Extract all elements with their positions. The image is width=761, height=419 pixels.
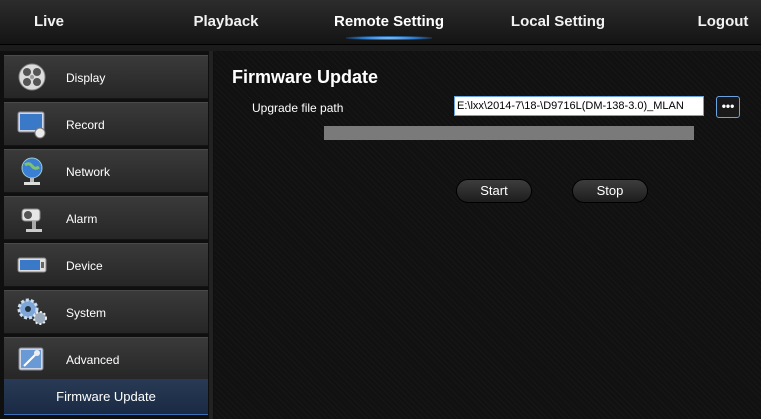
nav-playback[interactable]: Playback bbox=[186, 0, 266, 44]
main-panel: Firmware Update Upgrade file path ••• St… bbox=[214, 51, 761, 419]
browse-button[interactable]: ••• bbox=[716, 96, 740, 118]
sidebar-item-label: Device bbox=[66, 259, 103, 273]
nav-remote-setting[interactable]: Remote Setting bbox=[326, 0, 452, 44]
sidebar-item-advanced[interactable]: Advanced bbox=[4, 337, 208, 381]
system-icon bbox=[16, 297, 48, 327]
stop-button[interactable]: Stop bbox=[572, 179, 648, 203]
device-icon bbox=[16, 250, 48, 280]
sidebar-item-device[interactable]: Device bbox=[4, 243, 208, 287]
sidebar: Display Record Network Alarm Device Syst… bbox=[4, 51, 208, 419]
nav-local-setting[interactable]: Local Setting bbox=[498, 0, 618, 44]
nav-remote-setting-label: Remote Setting bbox=[333, 13, 444, 30]
active-tab-indicator bbox=[346, 36, 432, 40]
upgrade-file-path-input[interactable] bbox=[454, 96, 704, 116]
sidebar-item-alarm[interactable]: Alarm bbox=[4, 196, 208, 240]
top-navigation: Live Playback Remote Setting Local Setti… bbox=[0, 0, 761, 45]
nav-logout[interactable]: Logout bbox=[690, 0, 756, 44]
sidebar-item-label: Record bbox=[66, 118, 105, 132]
start-button[interactable]: Start bbox=[456, 179, 532, 203]
upgrade-progress-bar bbox=[324, 126, 694, 140]
sidebar-item-label: Advanced bbox=[66, 353, 120, 367]
nav-live[interactable]: Live bbox=[14, 0, 84, 44]
sidebar-item-display[interactable]: Display bbox=[4, 55, 208, 99]
upgrade-file-path-label: Upgrade file path bbox=[252, 101, 344, 115]
page-title: Firmware Update bbox=[232, 67, 379, 87]
sidebar-item-label: Network bbox=[66, 165, 111, 179]
sidebar-item-label: System bbox=[66, 306, 107, 320]
advanced-icon bbox=[16, 344, 48, 374]
sidebar-item-label: Alarm bbox=[66, 212, 98, 226]
sidebar-subitem-firmware-update[interactable]: Firmware Update bbox=[4, 379, 208, 415]
panel-divider bbox=[209, 51, 213, 419]
display-icon bbox=[16, 62, 48, 92]
sidebar-item-record[interactable]: Record bbox=[4, 102, 208, 146]
record-icon bbox=[16, 109, 48, 139]
sidebar-item-label: Display bbox=[66, 71, 106, 85]
sidebar-item-system[interactable]: System bbox=[4, 290, 208, 334]
alarm-icon bbox=[16, 203, 48, 233]
network-icon bbox=[16, 156, 48, 186]
sidebar-item-network[interactable]: Network bbox=[4, 149, 208, 193]
